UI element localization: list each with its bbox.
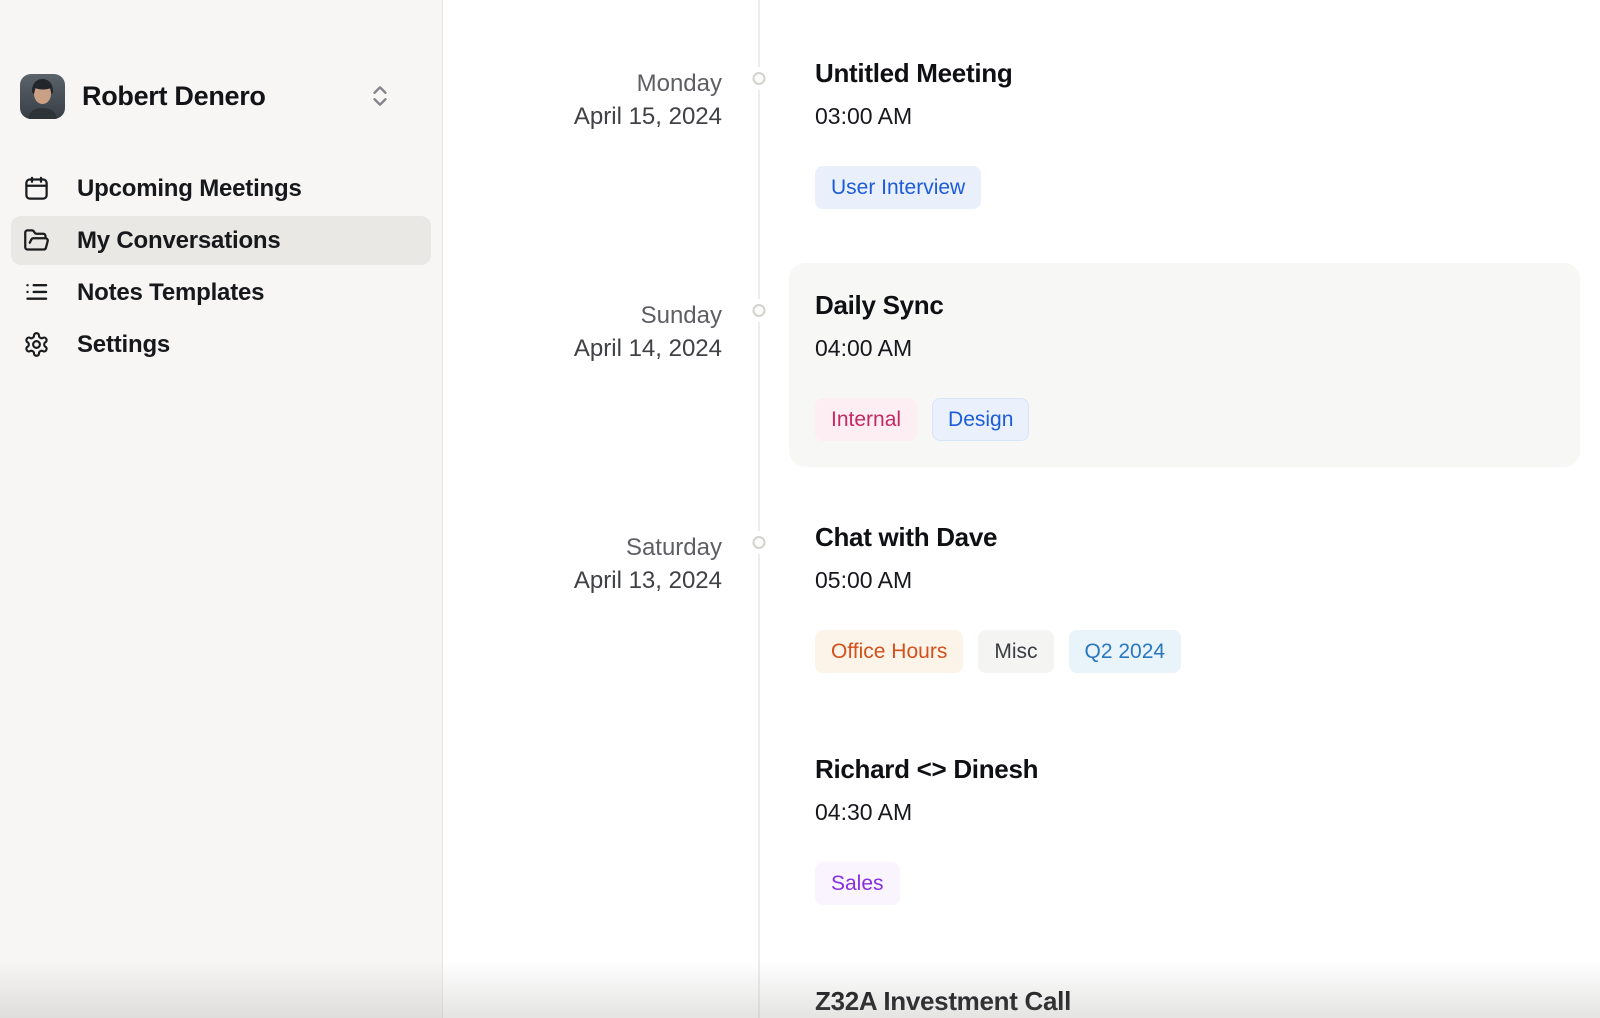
meeting-card[interactable]: Untitled Meeting 03:00 AM User Interview (789, 31, 1580, 235)
date-label: Saturday April 13, 2024 (443, 495, 722, 727)
timeline-dot (753, 304, 766, 317)
date-text: April 13, 2024 (443, 564, 722, 597)
meeting-column: Z32A Investment Call (789, 959, 1580, 1018)
app-window: Robert Denero Upcoming Meetings (0, 0, 1600, 1018)
meeting-title: Chat with Dave (815, 521, 1554, 553)
folder-open-icon (22, 227, 50, 255)
timeline-rows: Monday April 15, 2024 Untitled Meeting 0… (443, 0, 1600, 1018)
list-icon (22, 279, 50, 307)
meeting-tags: Sales (815, 862, 1554, 905)
sidebar-item-notes-templates[interactable]: Notes Templates (11, 268, 431, 317)
tag-chip[interactable]: Design (932, 398, 1029, 441)
tag-chip[interactable]: User Interview (815, 166, 981, 209)
sidebar-item-label: Settings (77, 331, 170, 359)
conversations-timeline: Monday April 15, 2024 Untitled Meeting 0… (443, 0, 1600, 1018)
timeline-dot (753, 72, 766, 85)
timeline-row: Saturday April 13, 2024 Chat with Dave 0… (443, 495, 1600, 727)
date-label: Sunday April 14, 2024 (443, 263, 722, 495)
timeline-row: Richard <> Dinesh 04:30 AM Sales (443, 727, 1600, 959)
meeting-tags: User Interview (815, 166, 1554, 209)
sidebar: Robert Denero Upcoming Meetings (0, 0, 443, 1018)
meeting-title: Untitled Meeting (815, 57, 1554, 89)
sidebar-item-my-conversations[interactable]: My Conversations (11, 216, 431, 265)
meeting-card[interactable]: Richard <> Dinesh 04:30 AM Sales (789, 727, 1580, 931)
user-name: Robert Denero (82, 81, 266, 112)
timeline-row: Sunday April 14, 2024 Daily Sync 04:00 A… (443, 263, 1600, 495)
meeting-card[interactable]: Chat with Dave 05:00 AM Office Hours Mis… (789, 495, 1580, 699)
meeting-card[interactable]: Z32A Investment Call (789, 959, 1580, 1018)
date-label (443, 959, 722, 1018)
timeline-row: Z32A Investment Call (443, 959, 1600, 1018)
meeting-title: Richard <> Dinesh (815, 753, 1554, 785)
timeline-row: Monday April 15, 2024 Untitled Meeting 0… (443, 31, 1600, 263)
meeting-column: Daily Sync 04:00 AM Internal Design (789, 263, 1580, 495)
tag-chip[interactable]: Internal (815, 398, 917, 441)
tag-chip[interactable]: Sales (815, 862, 900, 905)
calendar-icon (22, 175, 50, 203)
meeting-time: 04:30 AM (815, 798, 1554, 826)
tag-chip[interactable]: Office Hours (815, 630, 963, 673)
meeting-time: 03:00 AM (815, 102, 1554, 130)
tag-chip[interactable]: Misc (978, 630, 1053, 673)
date-text: April 15, 2024 (443, 100, 722, 133)
date-text: April 14, 2024 (443, 332, 722, 365)
meeting-column: Untitled Meeting 03:00 AM User Interview (789, 31, 1580, 263)
sidebar-item-settings[interactable]: Settings (11, 320, 431, 369)
sidebar-item-label: Upcoming Meetings (77, 175, 302, 203)
day-name: Monday (443, 67, 722, 100)
sidebar-item-label: My Conversations (77, 227, 281, 255)
meeting-title: Daily Sync (815, 289, 1554, 321)
meeting-column: Chat with Dave 05:00 AM Office Hours Mis… (789, 495, 1580, 727)
sidebar-nav: Upcoming Meetings My Conversations (0, 164, 442, 369)
meeting-time: 05:00 AM (815, 566, 1554, 594)
gear-icon (22, 331, 50, 359)
chevrons-up-down-icon[interactable] (367, 83, 393, 109)
sidebar-item-label: Notes Templates (77, 279, 264, 307)
date-label: Monday April 15, 2024 (443, 31, 722, 263)
day-name: Saturday (443, 531, 722, 564)
tag-chip[interactable]: Q2 2024 (1069, 630, 1182, 673)
day-name: Sunday (443, 299, 722, 332)
meeting-column: Richard <> Dinesh 04:30 AM Sales (789, 727, 1580, 959)
meeting-title: Z32A Investment Call (815, 985, 1554, 1017)
meeting-card[interactable]: Daily Sync 04:00 AM Internal Design (789, 263, 1580, 467)
meeting-time: 04:00 AM (815, 334, 1554, 362)
account-switcher[interactable]: Robert Denero (20, 73, 422, 119)
sidebar-item-upcoming-meetings[interactable]: Upcoming Meetings (11, 164, 431, 213)
date-label (443, 727, 722, 959)
meeting-tags: Office Hours Misc Q2 2024 (815, 630, 1554, 673)
timeline-dot (753, 536, 766, 549)
avatar (20, 74, 65, 119)
meeting-tags: Internal Design (815, 398, 1554, 441)
